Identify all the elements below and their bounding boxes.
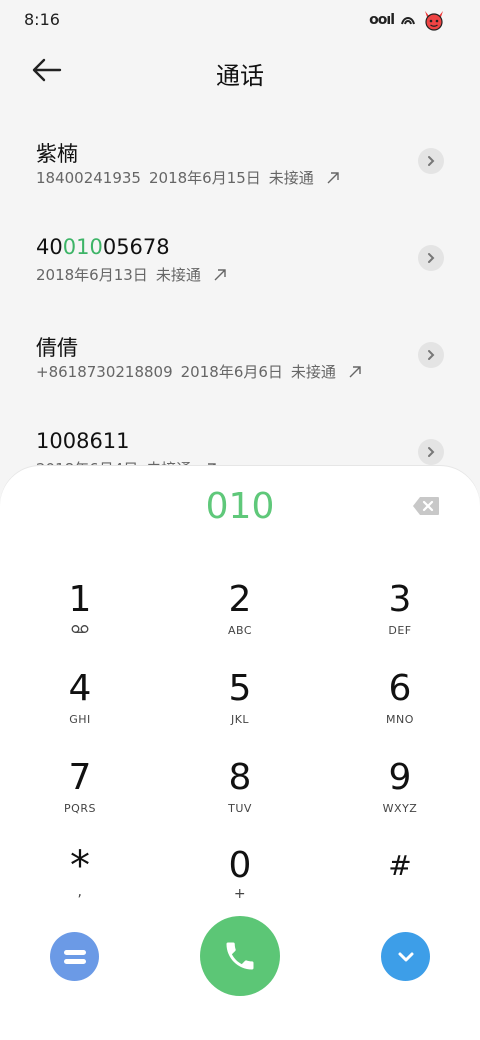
dial-input-display[interactable]: 010 [0,486,480,527]
phone-icon [226,942,254,970]
key-digit: 6 [388,668,412,709]
call-date: 2018年6月6日 [180,363,283,381]
outgoing-call-icon [214,268,226,280]
status-icons: ooıl [369,9,446,31]
call-log-item[interactable]: 4001005678 2018年6月13日 未接通 [0,209,480,306]
call-log-item[interactable]: 1008611 2018年6月4日 未接通 [0,403,480,468]
backspace-icon[interactable] [412,496,440,516]
key-digit: 7 [68,757,92,798]
key-letters: GHI [69,713,91,726]
key-8[interactable]: 8 TUV [190,758,290,834]
call-status: 未接通 [155,266,201,284]
key-digit: 2 [228,579,252,620]
call-status: 未接通 [290,363,336,381]
devil-avatar-icon [425,11,443,31]
name-prefix: 40 [36,235,63,259]
key-letters [350,890,450,904]
outgoing-call-icon [349,365,361,377]
menu-button[interactable] [50,932,99,981]
chevron-right-icon [428,350,435,360]
call-detail-button[interactable] [418,245,444,271]
call-detail-button[interactable] [418,148,444,174]
call-number: 18400241935 [36,168,141,187]
call-button[interactable] [200,916,280,996]
call-detail-button[interactable] [418,439,444,465]
call-detail-button[interactable] [418,342,444,368]
key-letters: ABC [227,624,253,637]
key-3[interactable]: 3 DEF [350,580,450,656]
page-title: 通话 [216,62,264,90]
key-letters: TUV [228,802,252,815]
signal-icon: ooıl [369,12,395,28]
outgoing-call-icon [327,171,339,183]
call-meta: +8618730218809 2018年6月6日 未接通 [36,361,362,382]
key-digit: * [70,843,90,889]
key-letters: DEF [388,624,412,637]
name-match-highlight: 010 [62,235,103,259]
key-5[interactable]: 5 JKL [190,669,290,745]
collapse-keypad-button[interactable] [381,932,430,981]
key-1[interactable]: 1 [30,580,130,656]
call-date: 2018年6月13日 [36,266,148,284]
voicemail-icon [30,624,130,638]
key-letters: MNO [386,713,414,726]
call-log-item[interactable]: 倩倩 +8618730218809 2018年6月6日 未接通 [0,306,480,403]
contact-name: 4001005678 [36,235,170,259]
key-digit: 1 [68,579,92,620]
contact-name: 倩倩 [36,336,78,360]
key-4[interactable]: 4 GHI [30,669,130,745]
key-hash[interactable]: # [350,846,450,922]
key-letters: + [233,886,247,902]
menu-icon [63,949,86,964]
key-letters: JKL [230,713,250,726]
key-2[interactable]: 2 ABC [190,580,290,656]
name-suffix: 05678 [102,235,170,259]
call-meta: 2018年6月13日 未接通 [36,264,227,285]
call-date: 2018年6月15日 [148,169,261,187]
call-log-item[interactable]: 紫楠 18400241935 2018年6月15日 未接通 [0,112,480,209]
contact-name: 1008611 [36,429,130,453]
call-number: +8618730218809 [36,362,173,381]
key-letters: , [77,884,83,900]
key-letters: WXYZ [382,802,418,815]
key-digit: 0 [228,845,252,886]
key-letters: PQRS [64,802,96,815]
chevron-right-icon [428,447,435,457]
key-digit: # [388,849,412,882]
status-time: 8:16 [24,10,60,29]
key-digit: 5 [228,668,252,709]
key-digit: 8 [228,757,252,798]
call-log-list[interactable]: 紫楠 18400241935 2018年6月15日 未接通 4001005678… [0,112,480,468]
key-7[interactable]: 7 PQRS [30,758,130,834]
key-0[interactable]: 0 + [190,846,290,922]
key-9[interactable]: 9 WXYZ [350,758,450,834]
call-meta: 18400241935 2018年6月15日 未接通 [36,167,340,188]
key-digit: 4 [68,668,92,709]
key-digit: 3 [388,579,412,620]
contact-name: 紫楠 [36,142,78,166]
key-digit: 9 [388,757,412,798]
chevron-right-icon [428,253,435,263]
status-bar: 8:16 ooıl [0,0,480,42]
app-header: 通话 [0,42,480,98]
chevron-right-icon [428,156,435,166]
call-status: 未接通 [268,169,314,187]
dialer-panel: 010 1 2 ABC 3 DEF 4 GHI 5 JKL 6 MNO 7 PQ… [0,466,480,1040]
wifi-icon [401,17,415,25]
chevron-down-icon [398,952,413,961]
key-star[interactable]: * , [30,846,130,922]
key-6[interactable]: 6 MNO [350,669,450,745]
